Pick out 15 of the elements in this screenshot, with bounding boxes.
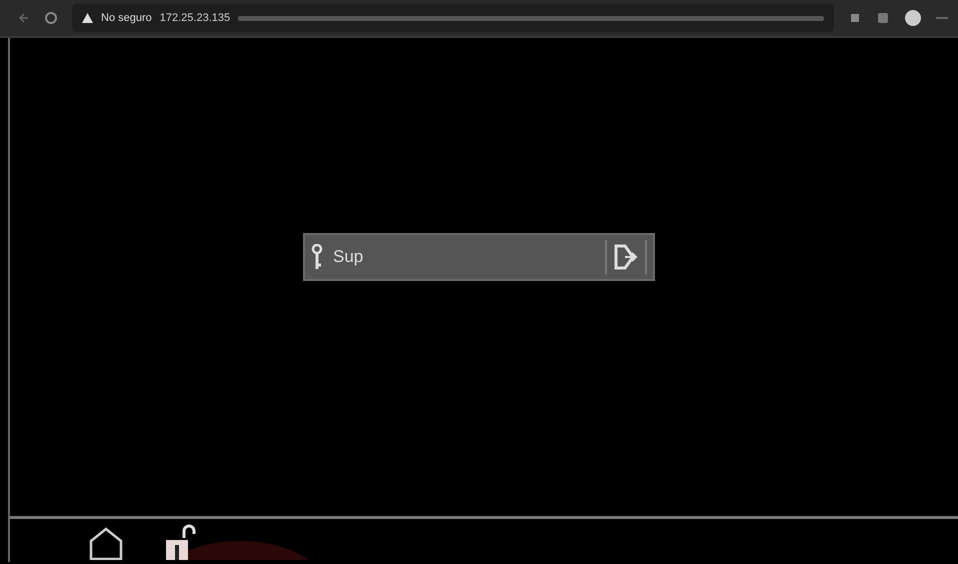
unlock-button[interactable]: [164, 522, 196, 560]
user-name: Sup: [332, 246, 364, 268]
home-icon: [88, 526, 124, 560]
address-bar[interactable]: No seguro 172.25.23.135: [72, 4, 834, 32]
profile-icon[interactable]: [904, 9, 922, 27]
reload-icon[interactable]: [44, 11, 58, 25]
warning-icon: [82, 13, 93, 23]
key-icon: [311, 244, 323, 270]
security-label: No seguro: [101, 10, 152, 26]
back-arrow-icon[interactable]: [18, 12, 30, 24]
home-button[interactable]: [88, 526, 124, 560]
menu-icon[interactable]: [936, 16, 948, 20]
open-padlock-icon: [164, 522, 196, 560]
url-text: 172.25.23.135: [160, 10, 230, 26]
logout-icon: [613, 243, 639, 271]
